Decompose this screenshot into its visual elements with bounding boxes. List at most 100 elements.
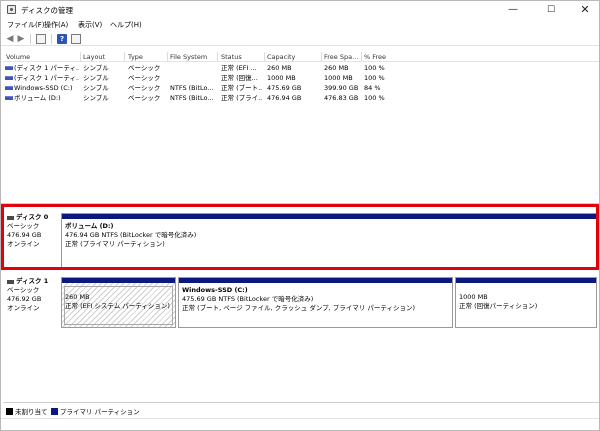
volume-layout: シンプル xyxy=(83,94,109,102)
volume-icon xyxy=(5,96,13,100)
partition-recovery[interactable]: 1000 MB 正常 (回復パーティション) xyxy=(455,277,597,328)
column-divider[interactable] xyxy=(321,52,322,62)
column-file-system[interactable]: File System xyxy=(170,53,207,61)
menu-file[interactable]: ファイル(F) xyxy=(7,20,45,30)
disk-0-name: ディスク 0 xyxy=(16,213,49,221)
volume-name: ボリューム (D:) xyxy=(14,94,61,102)
column-divider[interactable] xyxy=(167,52,168,62)
partition-size: 1000 MB xyxy=(459,293,488,301)
toolbar-separator xyxy=(51,34,52,44)
column-divider[interactable] xyxy=(361,52,362,62)
column-divider[interactable] xyxy=(217,52,218,62)
volume-file-system: NTFS (BitLo... xyxy=(170,94,214,102)
volume-capacity: 475.69 GB xyxy=(267,84,302,92)
menu-bar: ファイル(F) 操作(A) 表示(V) ヘルプ(H) xyxy=(1,19,599,32)
volume-type: ベーシック xyxy=(128,94,161,102)
title-bar: ディスクの管理 — ☐ ✕ xyxy=(1,1,599,19)
volume-free-space: 399.90 GB xyxy=(324,84,359,92)
volume-row[interactable]: (ディスク 1 パーティ... シンプル ベーシック 正常 (EFI ... 2… xyxy=(3,63,599,73)
partition-efi[interactable]: 260 MB 正常 (EFI システム パーティション) xyxy=(61,277,176,328)
disk-icon xyxy=(7,279,14,284)
volume-row[interactable]: ボリューム (D:) シンプル ベーシック NTFS (BitLo... 正常 … xyxy=(3,93,599,103)
maximize-button[interactable]: ☐ xyxy=(533,1,569,19)
volume-type: ベーシック xyxy=(128,64,161,72)
column-divider[interactable] xyxy=(80,52,81,62)
toolbar-separator xyxy=(30,34,31,44)
volume-percent-free: 100 % xyxy=(364,94,385,102)
legend: 未割り当て プライマリ パーティション xyxy=(3,402,599,416)
volume-type: ベーシック xyxy=(128,74,161,82)
menu-help[interactable]: ヘルプ(H) xyxy=(110,20,142,30)
volume-capacity: 476.94 GB xyxy=(267,94,302,102)
legend-unallocated: 未割り当て xyxy=(6,406,48,416)
volume-icon xyxy=(5,86,13,90)
volume-free-space: 476.83 GB xyxy=(324,94,359,102)
primary-swatch xyxy=(51,407,58,415)
disk-1-row: ディスク 1 ベーシック 476.92 GB オンライン 260 MB 正常 (… xyxy=(3,273,599,330)
volume-percent-free: 100 % xyxy=(364,64,385,72)
toolbar: ◀ ▶ ? xyxy=(1,32,599,46)
back-icon[interactable]: ◀ xyxy=(5,34,15,44)
volume-list-header: Volume Layout Type File System Status Ca… xyxy=(3,52,599,62)
volume-file-system: NTFS (BitLo... xyxy=(170,84,214,92)
primary-partition-bar xyxy=(456,278,596,283)
primary-partition-bar xyxy=(179,278,452,283)
legend-primary-label: プライマリ パーティション xyxy=(60,408,140,416)
disk-icon xyxy=(7,215,14,220)
partition-title: Windows-SSD (C:) xyxy=(182,286,248,294)
column-percent-free[interactable]: % Free xyxy=(364,53,386,61)
status-bar xyxy=(1,418,599,430)
volume-status: 正常 (回復... xyxy=(221,74,258,82)
volume-list: Volume Layout Type File System Status Ca… xyxy=(3,52,599,203)
minimize-button[interactable]: — xyxy=(495,1,531,19)
disk-0-info[interactable]: ディスク 0 ベーシック 476.94 GB オンライン xyxy=(7,213,59,249)
column-capacity[interactable]: Capacity xyxy=(267,53,295,61)
partition-detail: 475.69 GB NTFS (BitLocker で暗号化済み) xyxy=(182,295,314,303)
volume-row[interactable]: Windows-SSD (C:) シンプル ベーシック NTFS (BitLo.… xyxy=(3,83,599,93)
volume-row[interactable]: (ディスク 1 パーティ... シンプル ベーシック 正常 (回復... 100… xyxy=(3,73,599,83)
volume-icon xyxy=(5,66,13,70)
volume-icon xyxy=(5,76,13,80)
partition-status: 正常 (EFI システム パーティション) xyxy=(65,302,170,310)
column-divider[interactable] xyxy=(124,52,125,62)
volume-status: 正常 (EFI ... xyxy=(221,64,257,72)
volume-status: 正常 (ブート... xyxy=(221,84,263,92)
partition-status: 正常 (プライマリ パーティション) xyxy=(65,240,165,248)
partition-volume-d[interactable]: ボリューム (D:) 476.94 GB NTFS (BitLocker で暗号… xyxy=(61,213,597,268)
volume-percent-free: 100 % xyxy=(364,74,385,82)
disk-0-size: 476.94 GB xyxy=(7,231,42,239)
volume-name: (ディスク 1 パーティ... xyxy=(14,64,79,72)
partition-status: 正常 (回復パーティション) xyxy=(459,302,538,310)
partition-title: ボリューム (D:) xyxy=(65,222,114,230)
column-volume[interactable]: Volume xyxy=(6,53,30,61)
disk-1-name: ディスク 1 xyxy=(16,277,49,285)
help-icon[interactable]: ? xyxy=(57,34,67,44)
window-title: ディスクの管理 xyxy=(21,6,73,15)
volume-name: (ディスク 1 パーティ... xyxy=(14,74,79,82)
primary-partition-bar xyxy=(62,278,175,283)
column-divider[interactable] xyxy=(264,52,265,62)
volume-free-space: 1000 MB xyxy=(324,74,353,82)
volume-type: ベーシック xyxy=(128,84,161,92)
partition-windows-ssd[interactable]: Windows-SSD (C:) 475.69 GB NTFS (BitLock… xyxy=(178,277,453,328)
volume-capacity: 260 MB xyxy=(267,64,292,72)
volume-layout: シンプル xyxy=(83,64,109,72)
disk-1-info[interactable]: ディスク 1 ベーシック 476.92 GB オンライン xyxy=(7,277,59,313)
console-tree-icon[interactable] xyxy=(36,34,46,44)
column-type[interactable]: Type xyxy=(128,53,143,61)
disk-management-window: ディスクの管理 — ☐ ✕ ファイル(F) 操作(A) 表示(V) ヘルプ(H)… xyxy=(0,0,600,431)
menu-view[interactable]: 表示(V) xyxy=(78,20,102,30)
column-layout[interactable]: Layout xyxy=(83,53,105,61)
column-free-space[interactable]: Free Spa... xyxy=(324,53,358,61)
disk-0-status: オンライン xyxy=(7,240,40,248)
volume-layout: シンプル xyxy=(83,84,109,92)
disk-layout-pane: ディスク 0 ベーシック 476.94 GB オンライン ボリューム (D:) … xyxy=(3,207,599,397)
legend-primary: プライマリ パーティション xyxy=(51,406,140,416)
forward-icon[interactable]: ▶ xyxy=(16,34,26,44)
menu-action[interactable]: 操作(A) xyxy=(44,20,68,30)
volume-capacity: 1000 MB xyxy=(267,74,296,82)
close-button[interactable]: ✕ xyxy=(567,1,600,19)
properties-icon[interactable] xyxy=(71,34,81,44)
column-status[interactable]: Status xyxy=(221,53,242,61)
partition-detail: 476.94 GB NTFS (BitLocker で暗号化済み) xyxy=(65,231,197,239)
